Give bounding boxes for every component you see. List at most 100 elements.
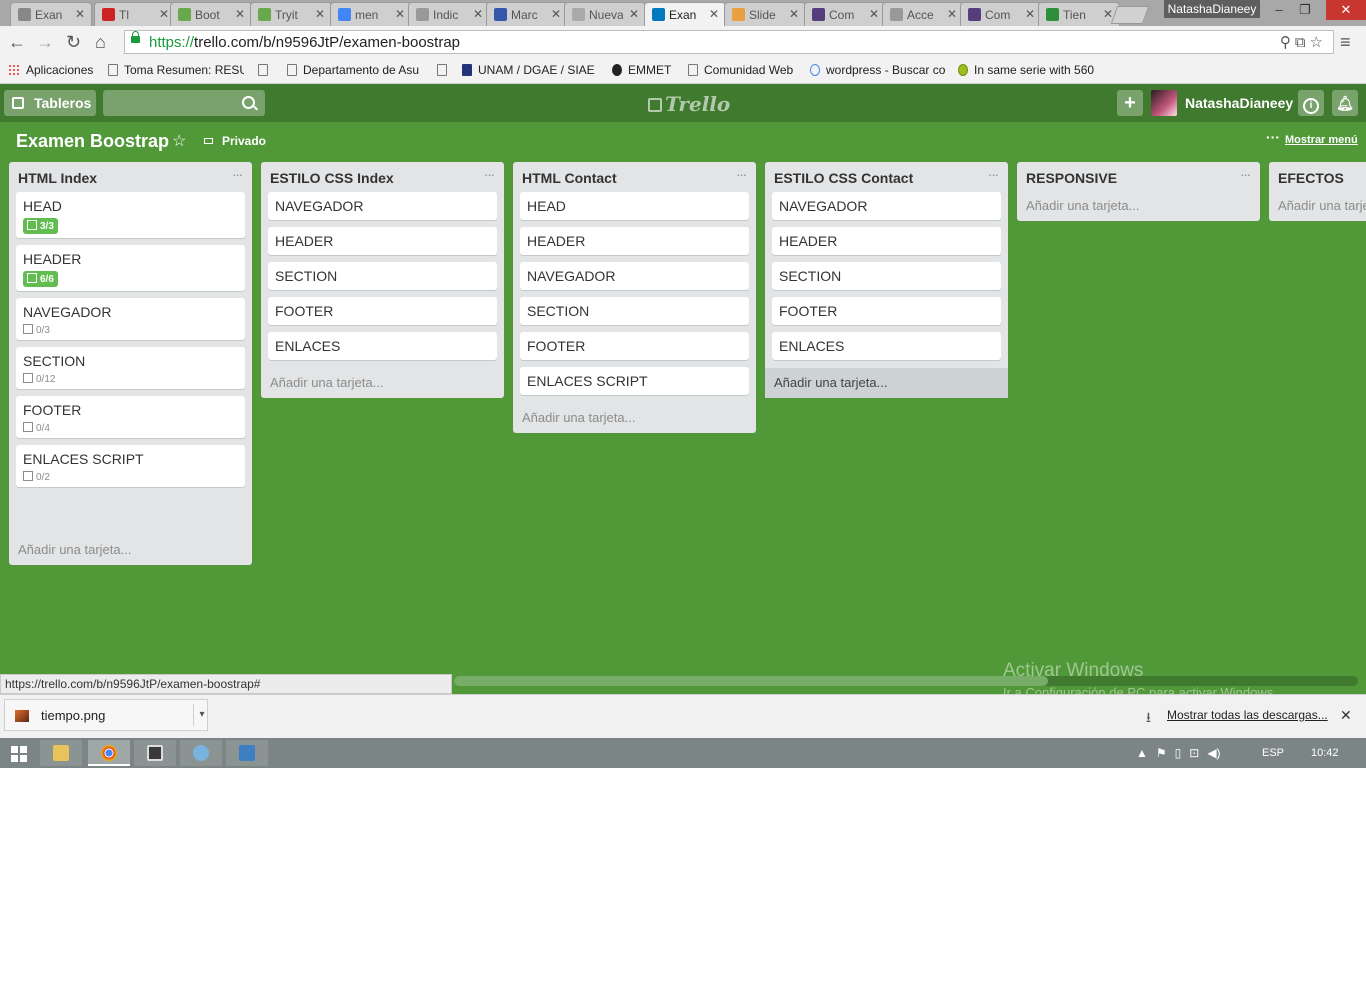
list[interactable]: HTML Index ··· HEAD 3/3 HEADER 6/6 NAVEGADOR 0/…	[9, 162, 252, 565]
card[interactable]: NAVEGADOR 0/3	[16, 298, 245, 340]
translate-icon[interactable]: ⧉	[1295, 34, 1310, 51]
list-title[interactable]: EFECTOS	[1278, 170, 1344, 186]
minimize-icon[interactable]: –	[1266, 0, 1292, 20]
card[interactable]: HEADER 6/6	[16, 245, 245, 291]
browser-tab[interactable]: Tryit ✕	[250, 2, 332, 26]
menu-dots-icon[interactable]: ···	[1266, 129, 1280, 145]
close-tab-icon[interactable]: ✕	[1025, 7, 1035, 21]
chrome-menu-icon[interactable]: ≡	[1340, 32, 1351, 53]
taskbar-chrome[interactable]	[88, 740, 130, 766]
forward-icon[interactable]: →	[36, 32, 54, 52]
add-card-button[interactable]: Añadir una tarjeta...	[1026, 198, 1139, 213]
list-menu-icon[interactable]: ···	[988, 167, 999, 182]
list[interactable]: ESTILO CSS Contact ··· NAVEGADOR HEADER SECT…	[765, 162, 1008, 398]
browser-tab[interactable]: Com ✕	[960, 2, 1042, 26]
close-icon[interactable]: ✕	[1340, 707, 1352, 724]
card[interactable]: HEADER	[520, 227, 749, 255]
back-icon[interactable]: ←	[8, 32, 26, 52]
new-tab-button[interactable]	[1110, 6, 1150, 24]
search-icon[interactable]	[242, 96, 255, 109]
list[interactable]: RESPONSIVE ··· Añadir una tarjeta...	[1017, 162, 1260, 221]
bookmark-item[interactable]: UNAM / DGAE / SIAE	[462, 63, 598, 77]
bookmark-item[interactable]	[437, 63, 451, 77]
list-menu-icon[interactable]: ···	[232, 167, 243, 182]
card[interactable]: SECTION 0/12	[16, 347, 245, 389]
url-text[interactable]: https://trello.com/b/n9596JtP/examen-boo…	[149, 34, 460, 51]
card[interactable]: FOOTER 0/4	[16, 396, 245, 438]
flag-icon[interactable]: ⚑	[1156, 746, 1167, 760]
card[interactable]: SECTION	[772, 262, 1001, 290]
close-tab-icon[interactable]: ✕	[75, 7, 85, 21]
bookmark-star-icon[interactable]: ☆	[1310, 34, 1327, 51]
board-search-input[interactable]	[103, 90, 265, 116]
card[interactable]: SECTION	[268, 262, 497, 290]
close-tab-icon[interactable]: ✕	[473, 7, 483, 21]
show-all-downloads-link[interactable]: Mostrar todas las descargas...	[1167, 708, 1328, 722]
card[interactable]: ENLACES SCRIPT 0/2	[16, 445, 245, 487]
card[interactable]: ENLACES	[268, 332, 497, 360]
close-tab-icon[interactable]: ✕	[709, 7, 719, 21]
card[interactable]: NAVEGADOR	[772, 192, 1001, 220]
browser-tab[interactable]: Slide ✕	[724, 2, 806, 26]
trello-logo[interactable]: Trello	[648, 92, 730, 116]
list-title[interactable]: RESPONSIVE	[1026, 170, 1117, 186]
add-card-button[interactable]: Añadir una tarjeta...	[1278, 198, 1366, 213]
star-icon[interactable]: ☆	[172, 131, 186, 151]
language-indicator[interactable]: ESP	[1262, 747, 1284, 759]
card[interactable]: HEAD 3/3	[16, 192, 245, 238]
browser-tab[interactable]: Com ✕	[804, 2, 886, 26]
bookmark-item[interactable]: Departamento de Asu	[287, 63, 423, 77]
privacy-button[interactable]: Privado	[222, 134, 266, 148]
browser-tab[interactable]: Indic ✕	[408, 2, 490, 26]
list-title[interactable]: ESTILO CSS Index	[270, 170, 394, 186]
volume-icon[interactable]: ◀︎)	[1207, 746, 1220, 760]
list-title[interactable]: ESTILO CSS Contact	[774, 170, 913, 186]
card[interactable]: ENLACES SCRIPT	[520, 367, 749, 395]
list-title[interactable]: HTML Index	[18, 170, 97, 186]
download-item[interactable]: tiempo.png ▾	[4, 699, 208, 731]
bookmark-item[interactable]: Toma Resumen: RESU	[108, 63, 244, 77]
omnibox-icons[interactable]: ⚲⧉☆	[1280, 33, 1327, 51]
close-tab-icon[interactable]: ✕	[395, 7, 405, 21]
taskbar-app[interactable]	[134, 740, 176, 766]
member-name[interactable]: NatashaDianeey	[1185, 90, 1293, 116]
board-title[interactable]: Examen Boostrap	[16, 131, 169, 152]
browser-tab[interactable]: Acce ✕	[882, 2, 964, 26]
close-tab-icon[interactable]: ✕	[629, 7, 639, 21]
taskbar-app[interactable]	[226, 740, 268, 766]
info-icon[interactable]: i	[1298, 90, 1324, 116]
add-card-button[interactable]: Añadir una tarjeta...	[18, 542, 131, 557]
browser-tab[interactable]: Marc ✕	[486, 2, 568, 26]
list[interactable]: EFECTOS···Añadir una tarjeta...	[1269, 162, 1366, 221]
card[interactable]: ENLACES	[772, 332, 1001, 360]
browser-tab[interactable]: Tien ✕	[1038, 2, 1120, 26]
bookmark-item[interactable]: In same serie with 560	[958, 63, 1098, 77]
bookmark-apps[interactable]: Aplicaciones	[8, 63, 100, 77]
list[interactable]: ESTILO CSS Index ··· NAVEGADOR HEADER SECTIO…	[261, 162, 504, 398]
taskbar-app[interactable]	[180, 740, 222, 766]
battery-icon[interactable]: ▯	[1175, 746, 1182, 760]
card[interactable]: HEADER	[268, 227, 497, 255]
list-title[interactable]: HTML Contact	[522, 170, 617, 186]
restore-icon[interactable]: ❐	[1292, 0, 1318, 20]
list-menu-icon[interactable]: ···	[1240, 167, 1251, 182]
card[interactable]: NAVEGADOR	[520, 262, 749, 290]
browser-tab[interactable]: Exan ✕	[644, 2, 726, 26]
close-tab-icon[interactable]: ✕	[947, 7, 957, 21]
add-card-button[interactable]: Añadir una tarjeta...	[522, 410, 635, 425]
add-card-button[interactable]: Añadir una tarjeta...	[765, 368, 1008, 398]
card[interactable]: FOOTER	[520, 332, 749, 360]
browser-tab[interactable]: Exan ✕	[10, 2, 92, 26]
bookmark-item[interactable]: Comunidad Web	[688, 63, 800, 77]
close-tab-icon[interactable]: ✕	[315, 7, 325, 21]
close-tab-icon[interactable]: ✕	[159, 7, 169, 21]
clock[interactable]: 10:42	[1311, 747, 1339, 759]
list-menu-icon[interactable]: ···	[484, 167, 495, 182]
card[interactable]: FOOTER	[772, 297, 1001, 325]
card[interactable]: HEAD	[520, 192, 749, 220]
close-window-icon[interactable]: ✕	[1326, 0, 1366, 20]
taskbar-explorer[interactable]	[40, 740, 82, 766]
scrollbar-thumb[interactable]	[454, 676, 1048, 686]
bookmark-item[interactable]	[258, 63, 272, 77]
chevron-down-icon[interactable]: ▾	[193, 704, 210, 726]
